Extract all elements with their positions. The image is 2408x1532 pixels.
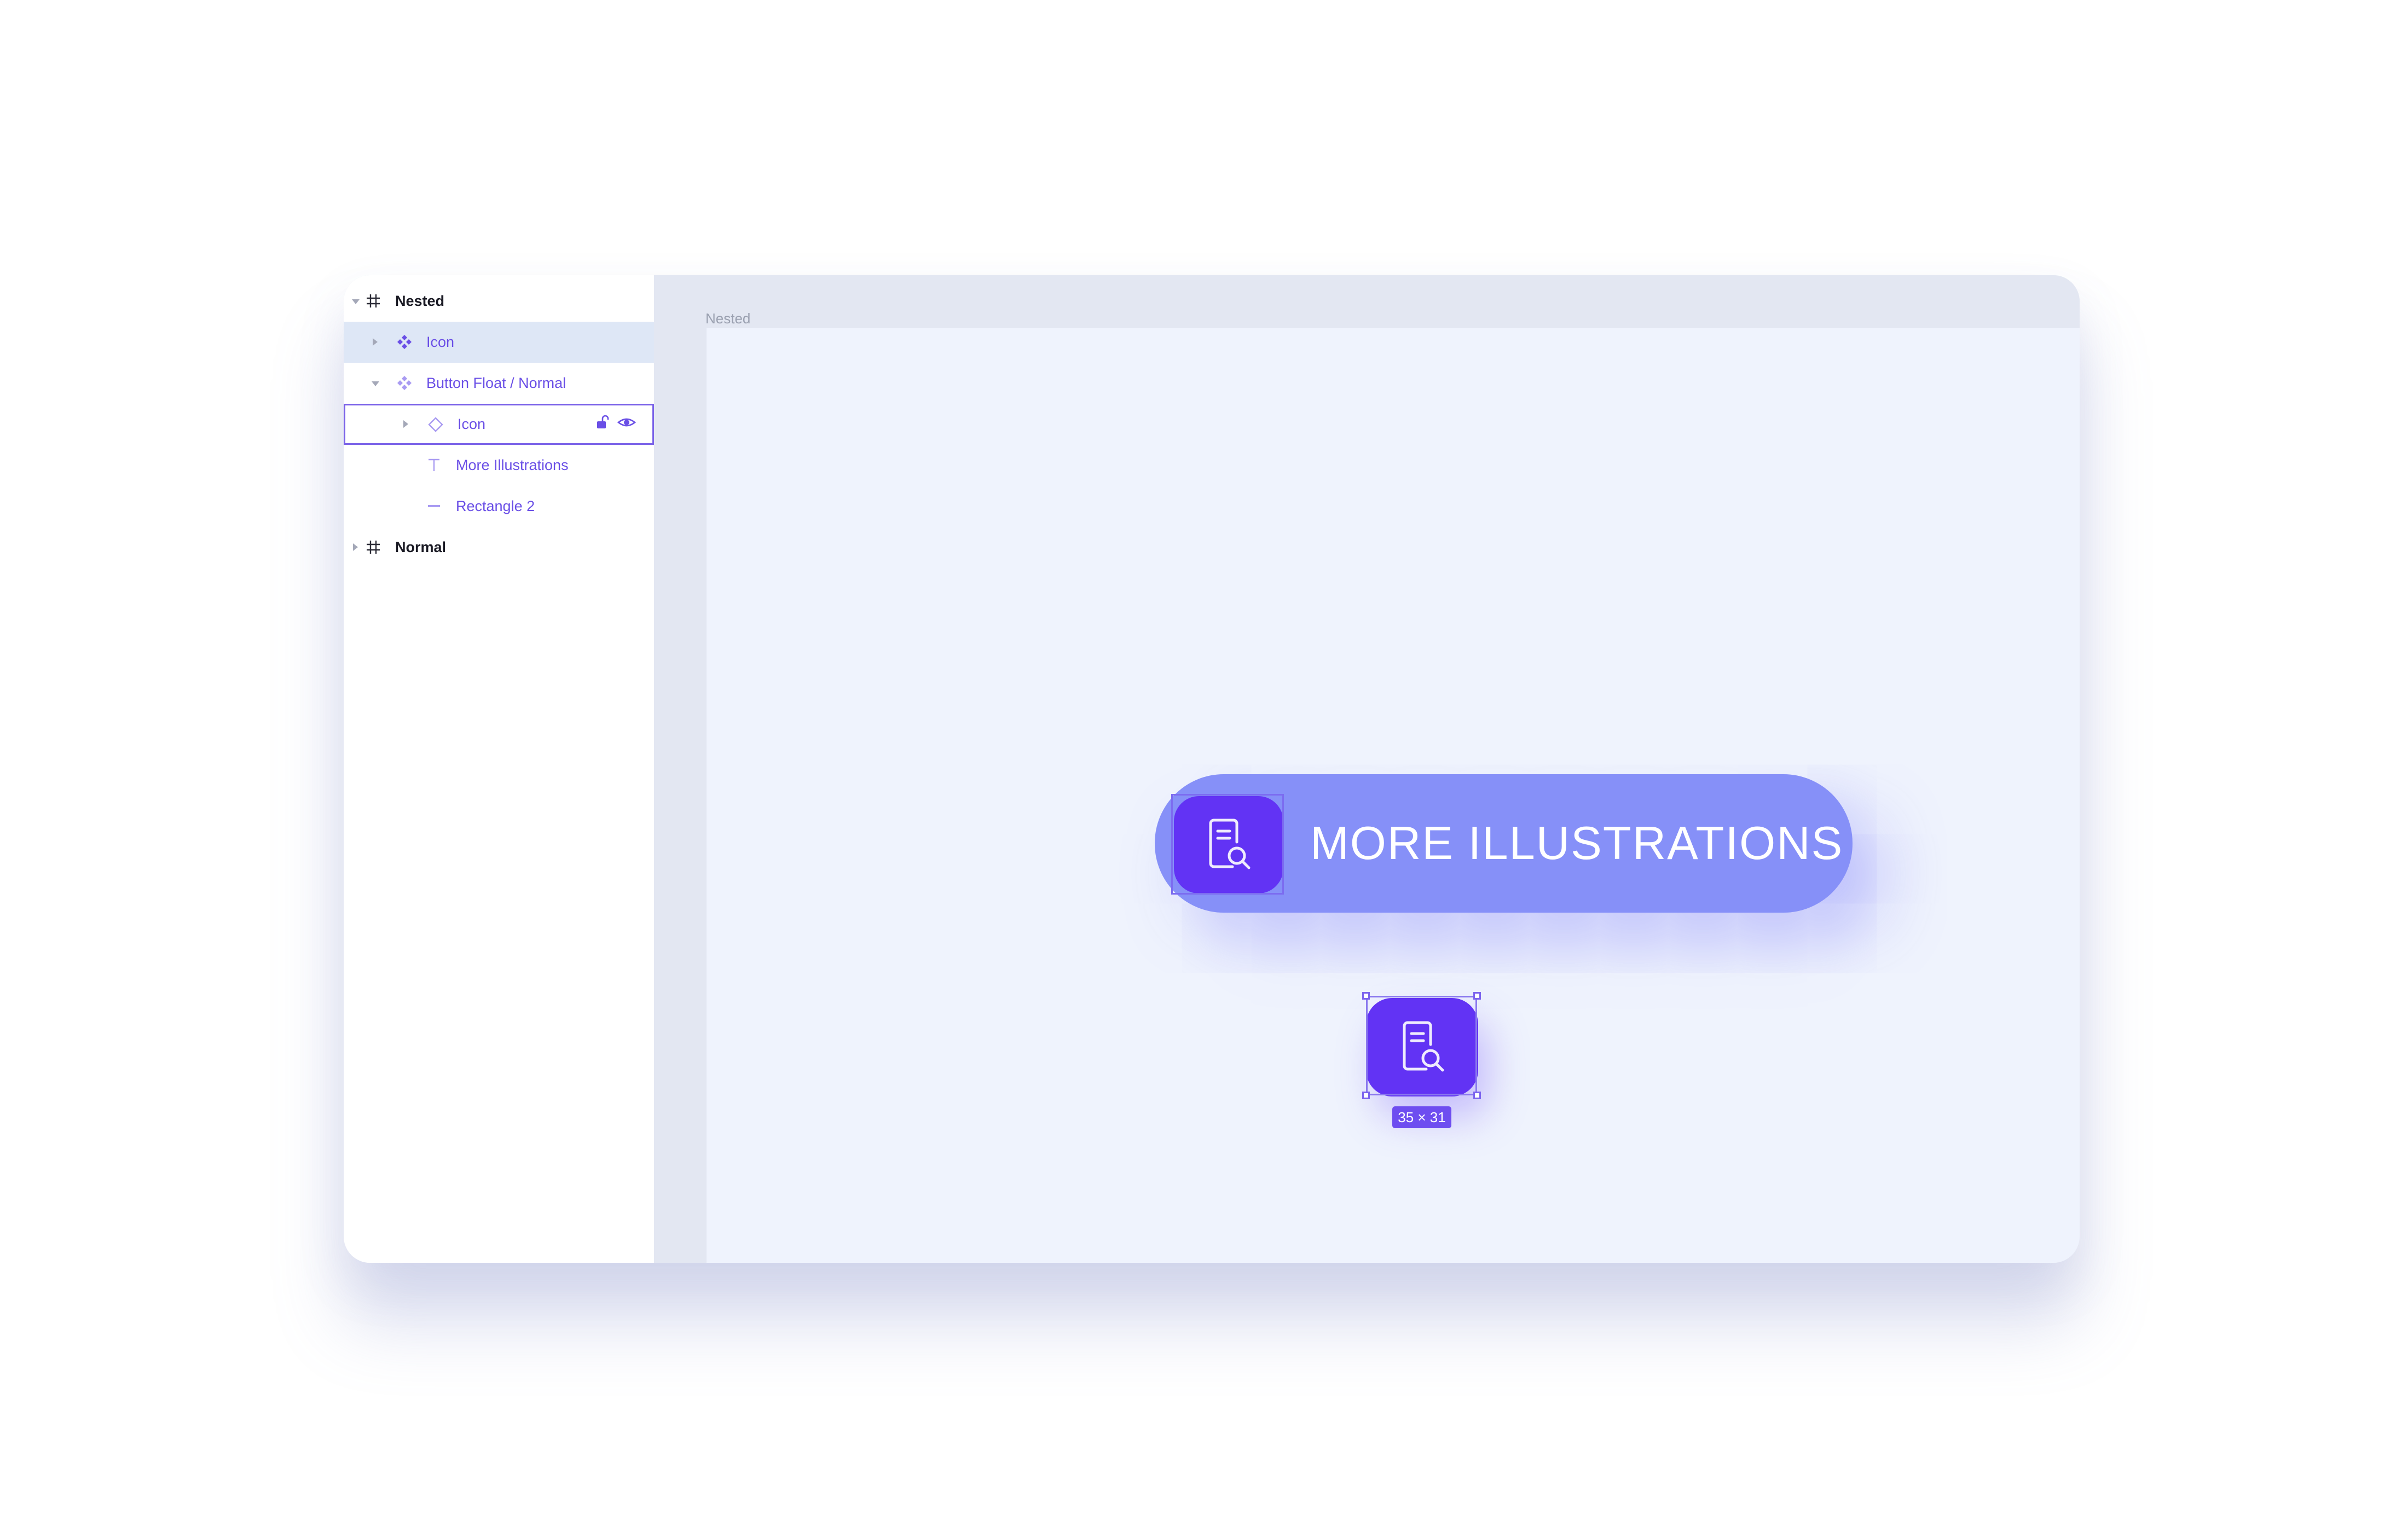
layer-row-icon-instance[interactable]: Icon (344, 404, 654, 445)
dimension-badge: 35 × 31 (1392, 1106, 1451, 1128)
layer-row-nested[interactable]: Nested (344, 281, 654, 322)
app-window: Nested Icon Button Float / Normal Icon M… (344, 275, 2080, 1263)
resize-handle-top-right[interactable] (1473, 992, 1481, 1000)
eye-icon[interactable] (617, 416, 636, 433)
resize-handle-bottom-right[interactable] (1473, 1092, 1481, 1099)
resize-handle-top-left[interactable] (1362, 992, 1370, 1000)
frame-nested[interactable]: MORE ILLUSTRATIONS 35 × 31 (707, 328, 2080, 1263)
layer-label: Normal (395, 539, 447, 555)
layer-row-tools (595, 405, 636, 443)
layer-row-button-float[interactable]: Button Float / Normal (344, 363, 654, 404)
layer-label: Icon (458, 416, 486, 432)
chevron-down-icon[interactable] (372, 381, 379, 386)
chevron-right-icon[interactable] (403, 420, 408, 428)
button-float-normal[interactable]: MORE ILLUSTRATIONS (1155, 774, 1853, 913)
chevron-down-icon[interactable] (352, 299, 360, 304)
layer-label: More Illustrations (456, 457, 569, 473)
text-icon (425, 456, 443, 474)
frame-icon (364, 292, 383, 310)
frame-icon (364, 538, 383, 556)
icon-hover-outline (1171, 794, 1284, 895)
layer-row-more-illustrations[interactable]: More Illustrations (344, 445, 654, 486)
layer-row-icon-component[interactable]: Icon (344, 322, 654, 363)
rectangle-icon (425, 497, 443, 515)
button-label: MORE ILLUSTRATIONS (1310, 817, 1844, 869)
layer-label: Rectangle 2 (456, 498, 535, 514)
chevron-right-icon[interactable] (373, 338, 378, 346)
layer-row-normal[interactable]: Normal (344, 527, 654, 568)
component-icon (395, 333, 414, 351)
chevron-right-icon[interactable] (353, 543, 358, 551)
component-icon (395, 374, 414, 392)
layer-label: Nested (395, 293, 445, 309)
instance-icon (426, 415, 445, 434)
layer-label: Icon (426, 334, 455, 350)
canvas[interactable]: Nested MORE ILLUSTRATIONS 35 × 31 (654, 275, 2080, 1263)
layers-panel: Nested Icon Button Float / Normal Icon M… (344, 275, 654, 1263)
layer-label: Button Float / Normal (426, 375, 566, 391)
frame-title[interactable]: Nested (705, 310, 750, 327)
lock-icon[interactable] (595, 415, 610, 434)
layer-row-rectangle[interactable]: Rectangle 2 (344, 486, 654, 527)
selection-box (1366, 996, 1477, 1095)
resize-handle-bottom-left[interactable] (1362, 1092, 1370, 1099)
